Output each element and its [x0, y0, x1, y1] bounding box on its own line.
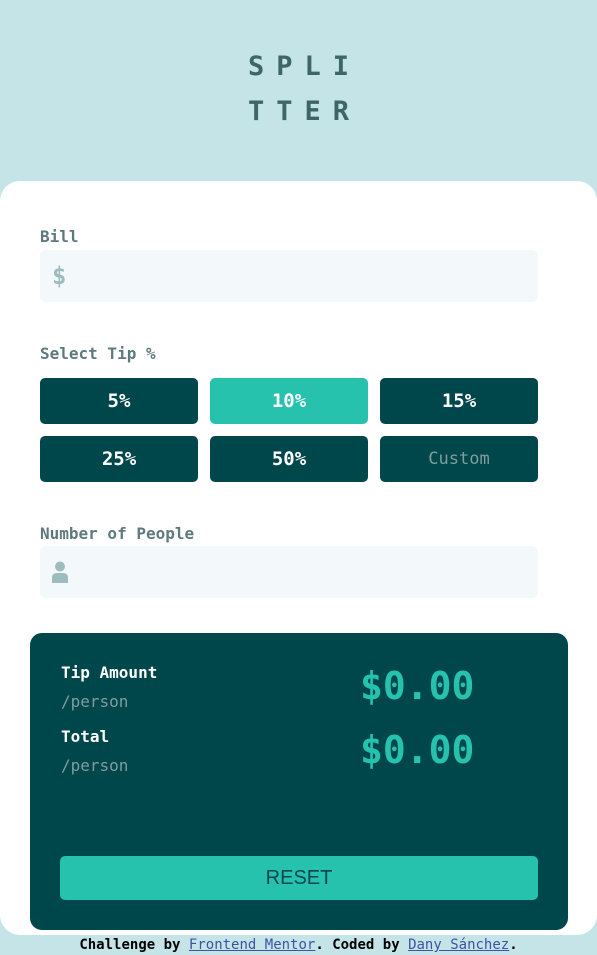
total-label: Total — [61, 727, 110, 746]
person-icon — [52, 561, 68, 583]
custom-tip-input[interactable]: Custom — [380, 436, 538, 482]
tip-amount-label: Tip Amount — [61, 663, 158, 682]
bill-field[interactable]: $ — [40, 250, 538, 304]
logo-line-2: TTER — [247, 96, 362, 127]
total-value: $0.00 — [360, 728, 475, 772]
app-logo: SPLI TTER — [0, 44, 597, 134]
people-input[interactable] — [80, 546, 524, 600]
dollar-icon: $ — [52, 262, 67, 290]
attribution-suffix: . — [509, 937, 518, 953]
tip-button-5[interactable]: 5% — [40, 378, 198, 424]
people-field[interactable] — [40, 546, 538, 600]
total-sub: /person — [61, 756, 129, 775]
tip-button-15[interactable]: 15% — [380, 378, 538, 424]
tip-amount-sub: /person — [61, 692, 129, 711]
tip-button-25[interactable]: 25% — [40, 436, 198, 482]
bill-input[interactable] — [80, 250, 524, 304]
bill-label: Bill — [40, 227, 79, 246]
frontend-mentor-link[interactable]: Frontend Mentor — [189, 937, 315, 953]
calculator-card: Bill $ Select Tip % 5% 10% 15% 25% 50% C… — [0, 181, 597, 935]
tip-button-50[interactable]: 50% — [210, 436, 368, 482]
people-label: Number of People — [40, 524, 195, 543]
attribution-middle: . Coded by — [315, 937, 400, 953]
attribution: Challenge by Frontend Mentor. Coded by D… — [0, 936, 597, 954]
author-link[interactable]: Dany Sánchez — [408, 937, 509, 953]
results-panel: Tip Amount /person $0.00 Total /person $… — [30, 633, 568, 930]
tip-button-10[interactable]: 10% — [210, 378, 368, 424]
attribution-prefix: Challenge by — [79, 937, 181, 953]
tip-amount-value: $0.00 — [360, 664, 475, 708]
reset-button[interactable]: RESET — [60, 856, 538, 900]
tip-label: Select Tip % — [40, 344, 156, 363]
logo-line-1: SPLI — [247, 51, 362, 82]
